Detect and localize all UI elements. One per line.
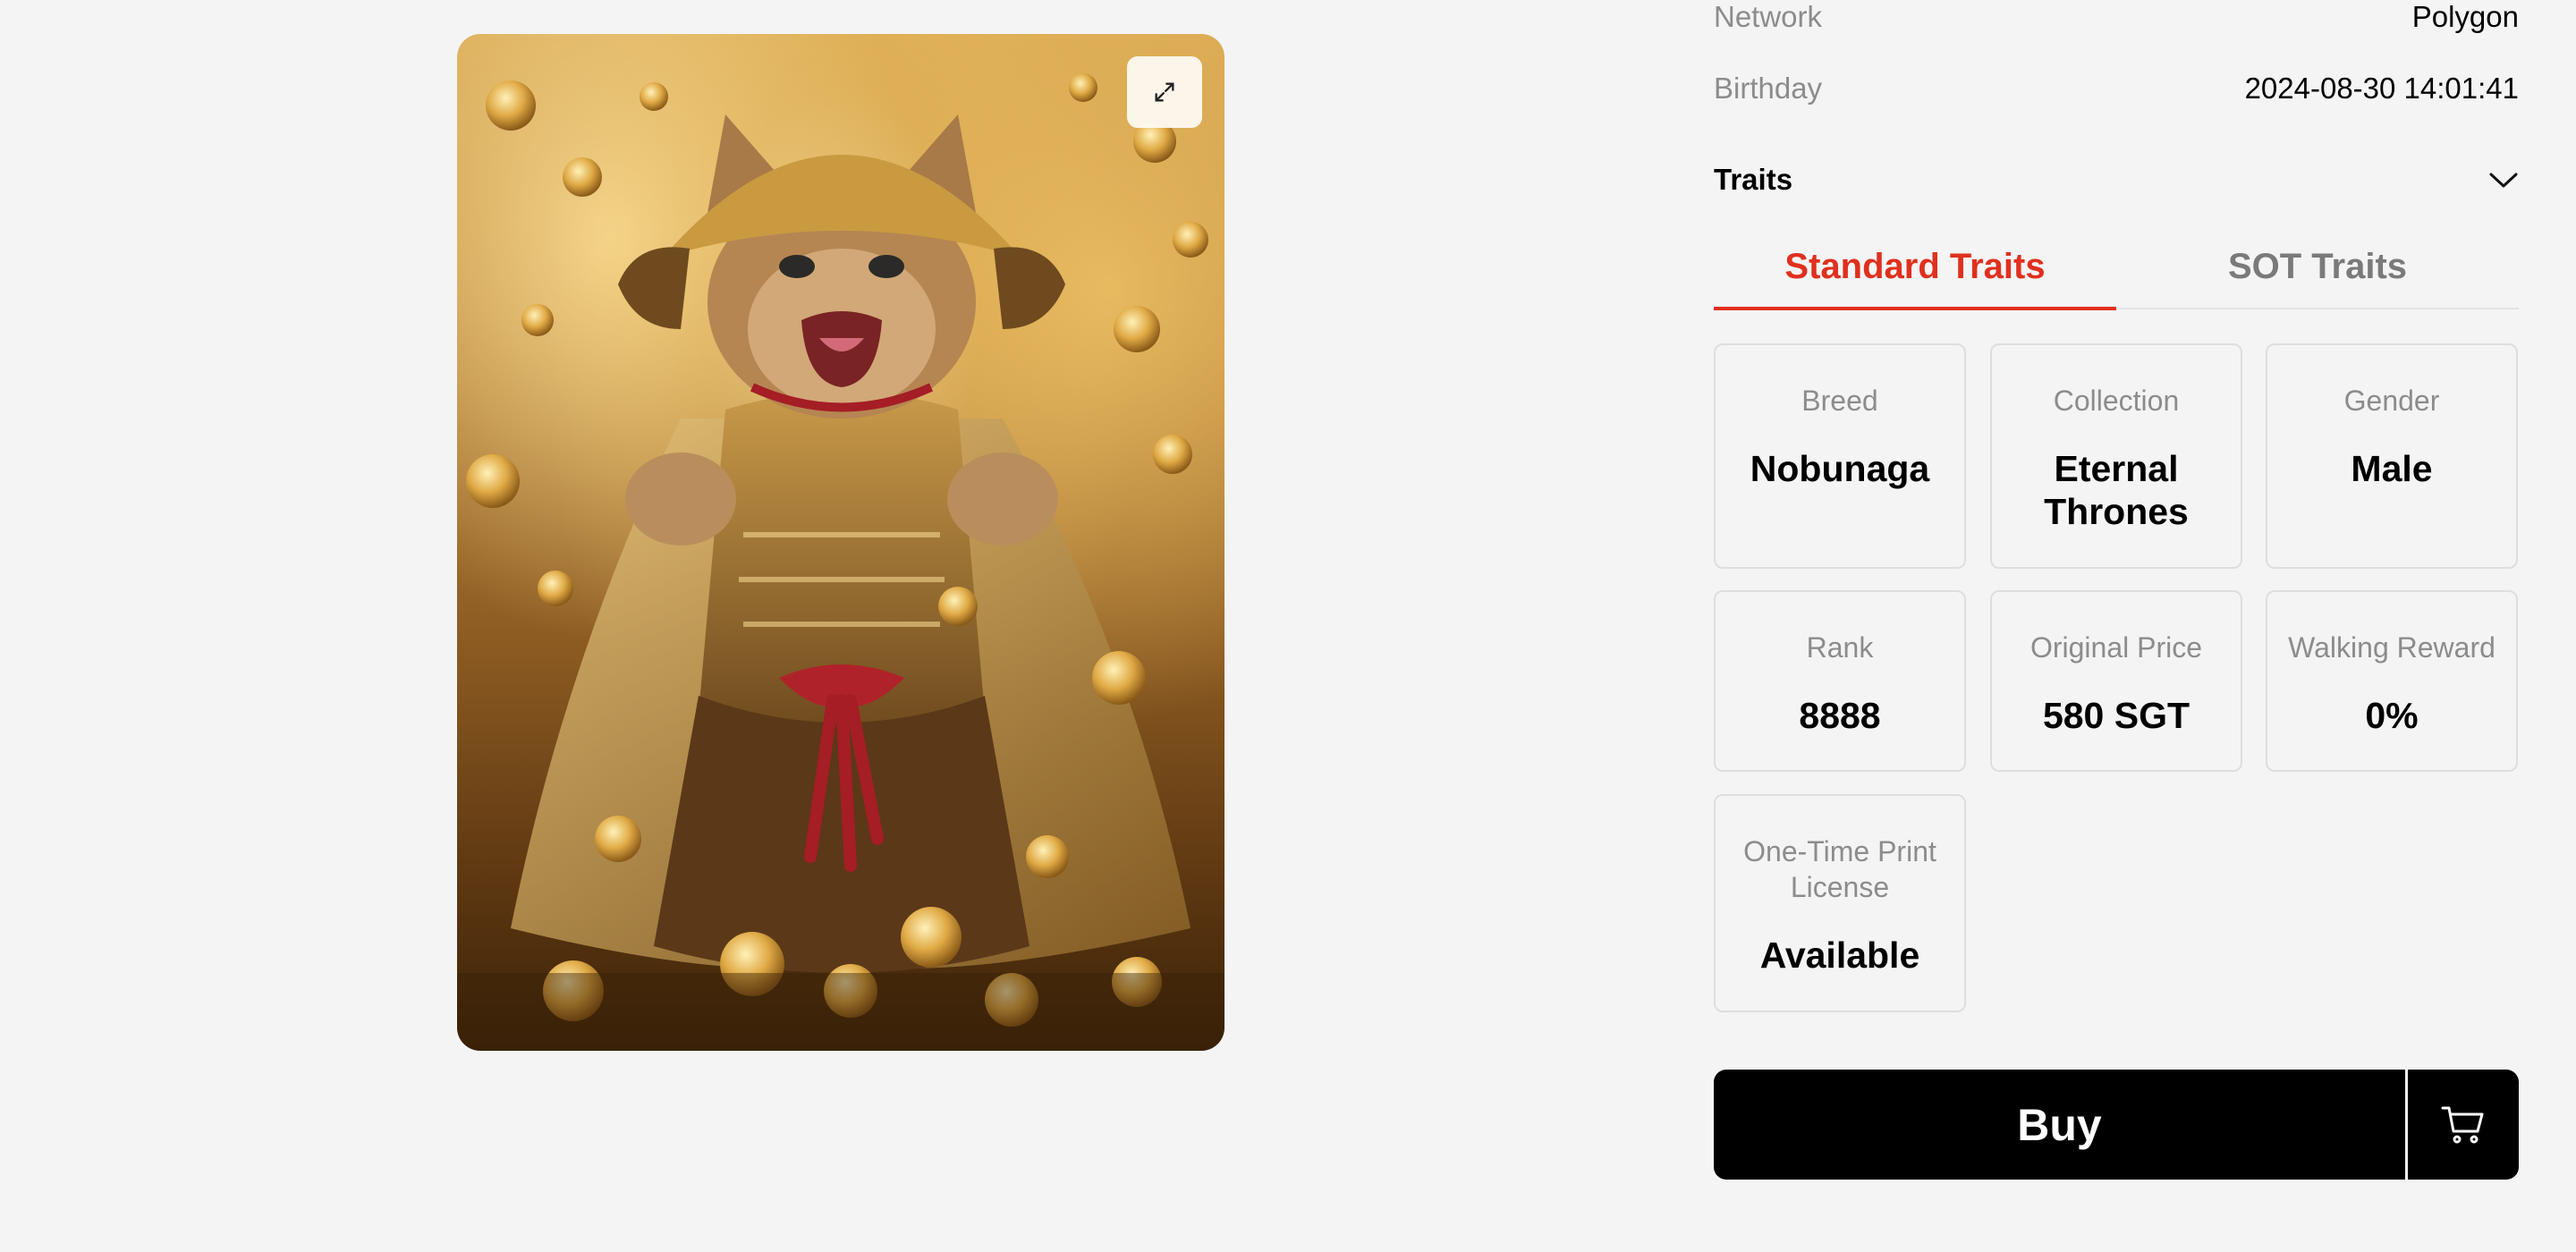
trait-label: Original Price [2029,631,2203,664]
trait-card-gender: Gender Male [2266,343,2518,569]
network-value: Polygon [2411,0,2519,33]
traits-tabs: Standard Traits SOT Traits [1714,231,2519,310]
trait-card-rank: Rank 8888 [1714,590,1966,772]
trait-value: 580 SGT [2042,695,2190,736]
trait-card-collection: Collection Eternal Thrones [1990,343,2242,569]
trait-card-print-license: One-Time Print License Available [1714,794,1966,1012]
cart-icon [2441,1106,2484,1143]
traits-title: Traits [1714,163,1793,196]
birthday-row: Birthday 2024-08-30 14:01:41 [1714,71,2519,106]
tab-sot-traits[interactable]: SOT Traits [2116,231,2519,308]
birthday-label: Birthday [1714,72,1823,105]
trait-value: 0% [2365,695,2419,736]
trait-label: Breed [1801,385,1878,417]
trait-label: One-Time Print License [1743,835,1936,903]
trait-value: Nobunaga [1750,448,1930,489]
samurai-cat-image [457,73,1224,1051]
trait-card-breed: Breed Nobunaga [1714,343,1966,569]
trait-value: Male [2351,448,2433,489]
trait-card-walking-reward: Walking Reward 0% [2266,590,2518,772]
traits-toggle[interactable]: Traits [1714,163,2519,197]
trait-value: Available [1759,935,1920,976]
trait-label: Collection [2053,385,2180,417]
tab-standard-traits[interactable]: Standard Traits [1714,231,2116,310]
network-row: Network Polygon [1714,0,2519,34]
chevron-down-icon [2489,173,2518,188]
trait-value: 8888 [1799,695,1881,736]
expand-button[interactable] [1127,56,1202,128]
buy-button[interactable]: Buy [1714,1070,2405,1180]
trait-card-original-price: Original Price 580 SGT [1990,590,2242,772]
birthday-value: 2024-08-30 14:01:41 [2244,72,2519,105]
trait-label: Gender [2343,385,2440,417]
nft-image-card[interactable] [457,34,1224,1051]
network-label: Network [1714,0,1823,33]
trait-value: Eternal Thrones [2044,448,2189,532]
expand-icon [1155,82,1174,102]
purchase-bar: Buy [1714,1070,2519,1180]
trait-label: Rank [1806,631,1874,664]
add-to-cart-button[interactable] [2405,1070,2519,1180]
trait-label: Walking Reward [2288,631,2496,664]
